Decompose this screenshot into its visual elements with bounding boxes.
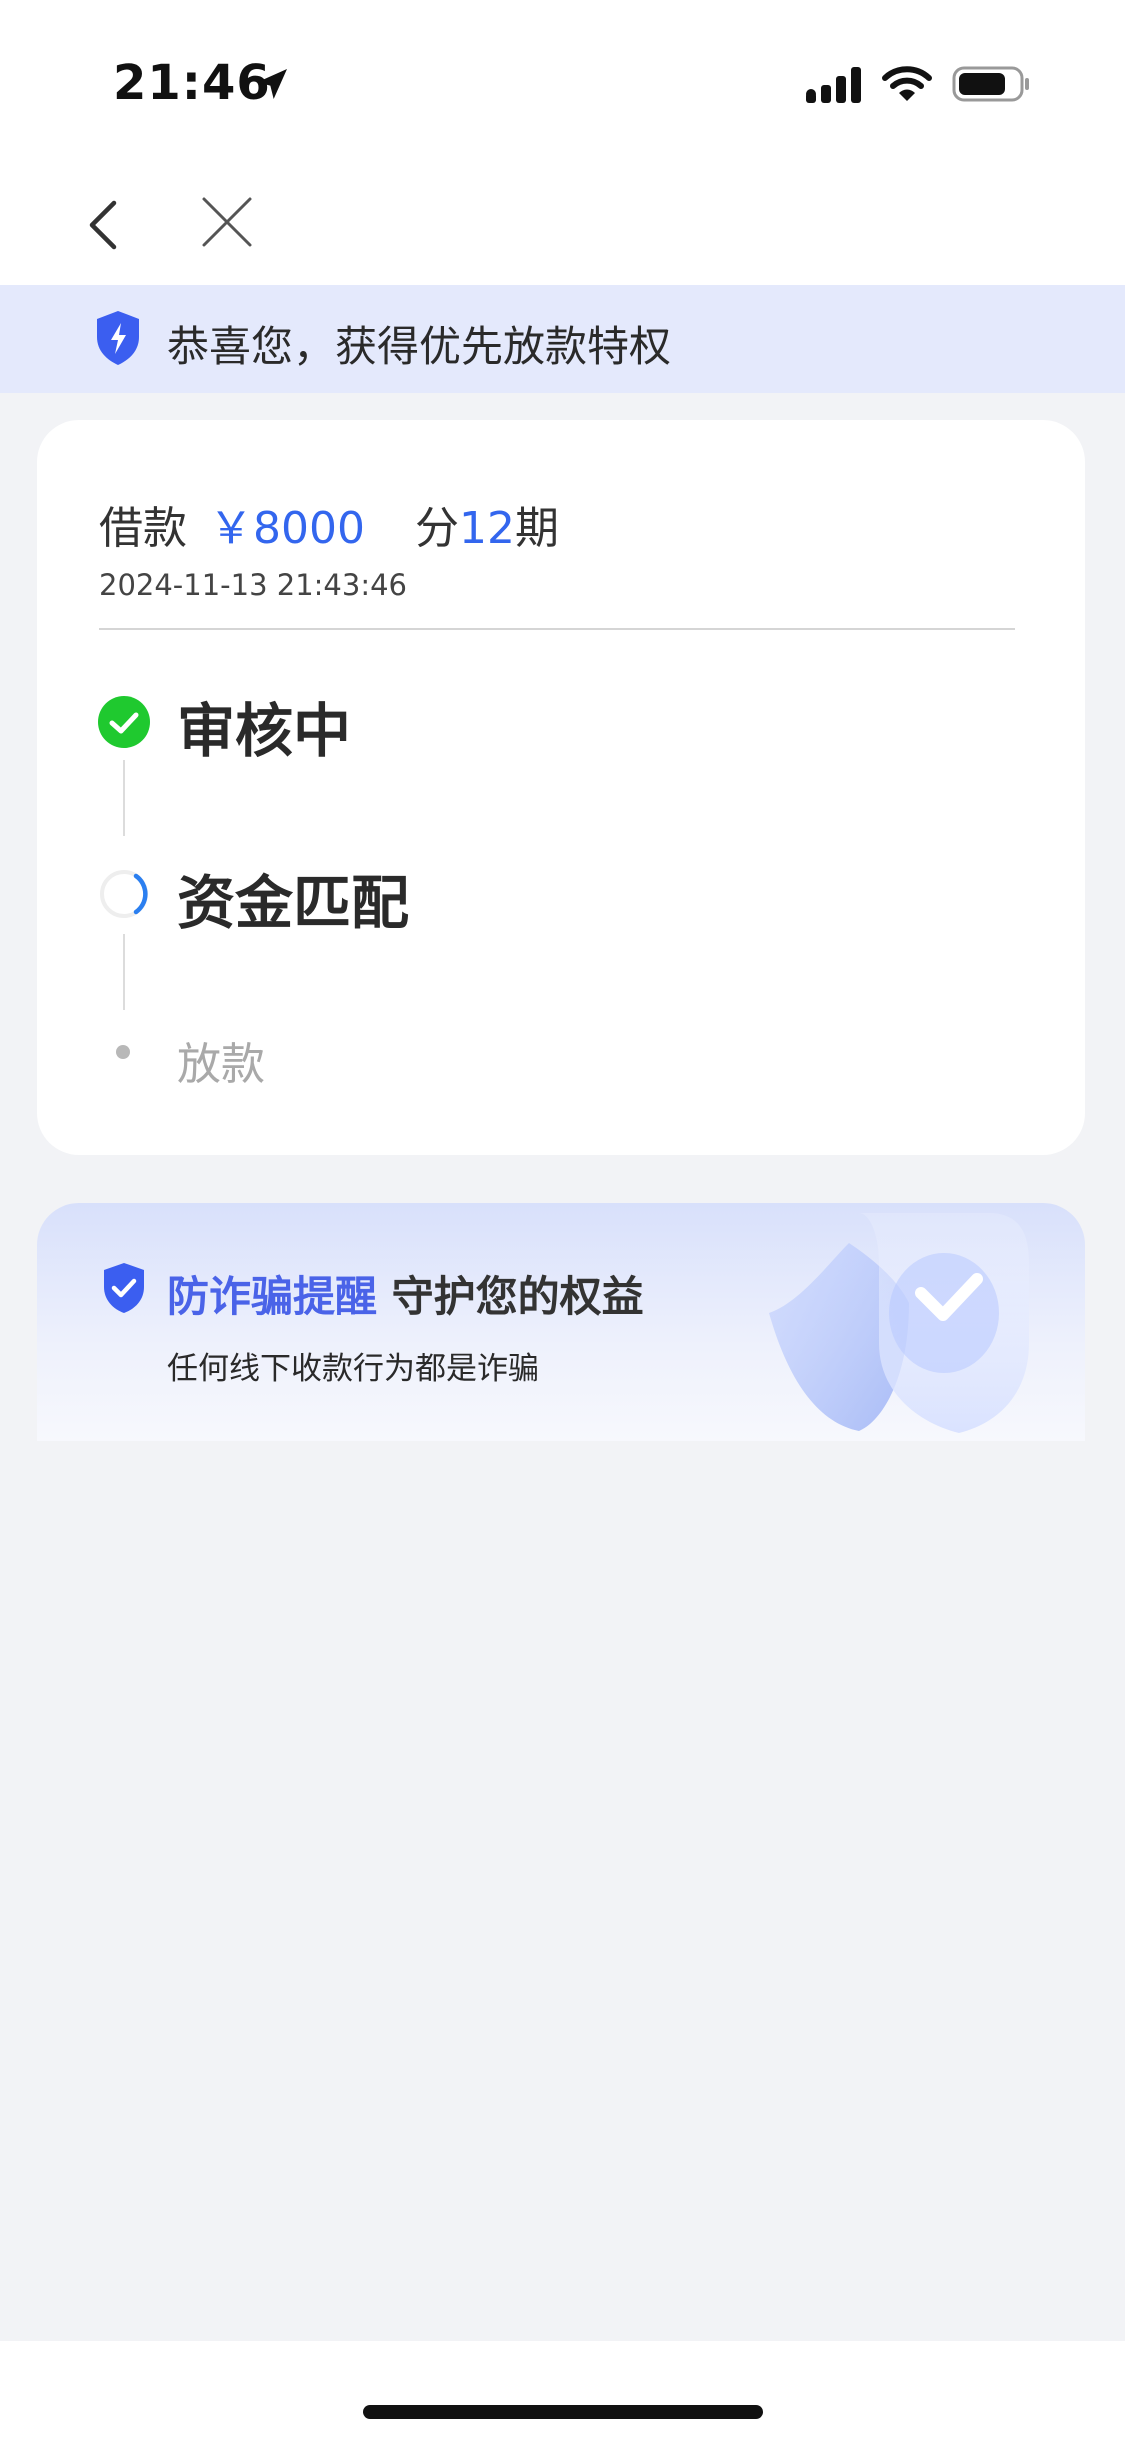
shield-check-illustration [769, 1213, 1029, 1433]
banner-text: 恭喜您，获得优先放款特权 [167, 322, 672, 371]
fraud-title: 防诈骗提醒 守护您的权益 [167, 1263, 644, 1324]
wifi-icon [882, 66, 932, 101]
location-arrow-icon [257, 69, 287, 99]
loan-period-count: 12 [458, 503, 515, 554]
loan-period-suffix: 期 [514, 503, 559, 554]
check-circle-icon [98, 696, 150, 748]
step-label-review: 审核中 [177, 697, 352, 765]
nav-bar [0, 165, 1125, 285]
battery-icon [952, 66, 1029, 102]
card-divider [99, 628, 1015, 630]
privilege-banner: 恭喜您，获得优先放款特权 [0, 285, 1125, 393]
loading-spinner-icon [100, 870, 148, 918]
loan-date: 2024-11-13 21:43:46 [99, 568, 407, 602]
loan-progress-card: 借款 ￥8000 分12期 2024-11-13 21:43:46 审核中 资金匹配… [37, 420, 1085, 1155]
fraud-title-highlight: 防诈骗提醒 [167, 1272, 378, 1321]
step-connector [123, 760, 125, 836]
status-time: 21:46 [113, 55, 271, 111]
loan-period-prefix: 分 [414, 503, 459, 554]
back-button[interactable] [78, 195, 130, 255]
bottom-bar [0, 2341, 1125, 2439]
loan-label: 借款 [99, 503, 187, 554]
step-label-fund-matching: 资金匹配 [177, 869, 410, 937]
dot-icon [116, 1045, 130, 1059]
fraud-reminder-card: 防诈骗提醒 守护您的权益 任何线下收款行为都是诈骗 [37, 1203, 1085, 1441]
status-bar: 21:46 [0, 0, 1125, 165]
shield-check-icon [104, 1263, 144, 1313]
home-indicator[interactable] [363, 2405, 763, 2419]
loan-summary: 借款 ￥8000 分12期 [99, 492, 559, 556]
fraud-title-rest: 守护您的权益 [391, 1272, 644, 1321]
step-label-disbursement: 放款 [177, 1039, 265, 1090]
cellular-signal-icon [806, 67, 861, 103]
close-button[interactable] [196, 191, 258, 253]
step-connector [123, 934, 125, 1010]
loan-amount: ￥8000 [209, 503, 365, 554]
lightning-shield-icon [97, 311, 139, 365]
fraud-subtitle: 任何线下收款行为都是诈骗 [167, 1351, 539, 1387]
